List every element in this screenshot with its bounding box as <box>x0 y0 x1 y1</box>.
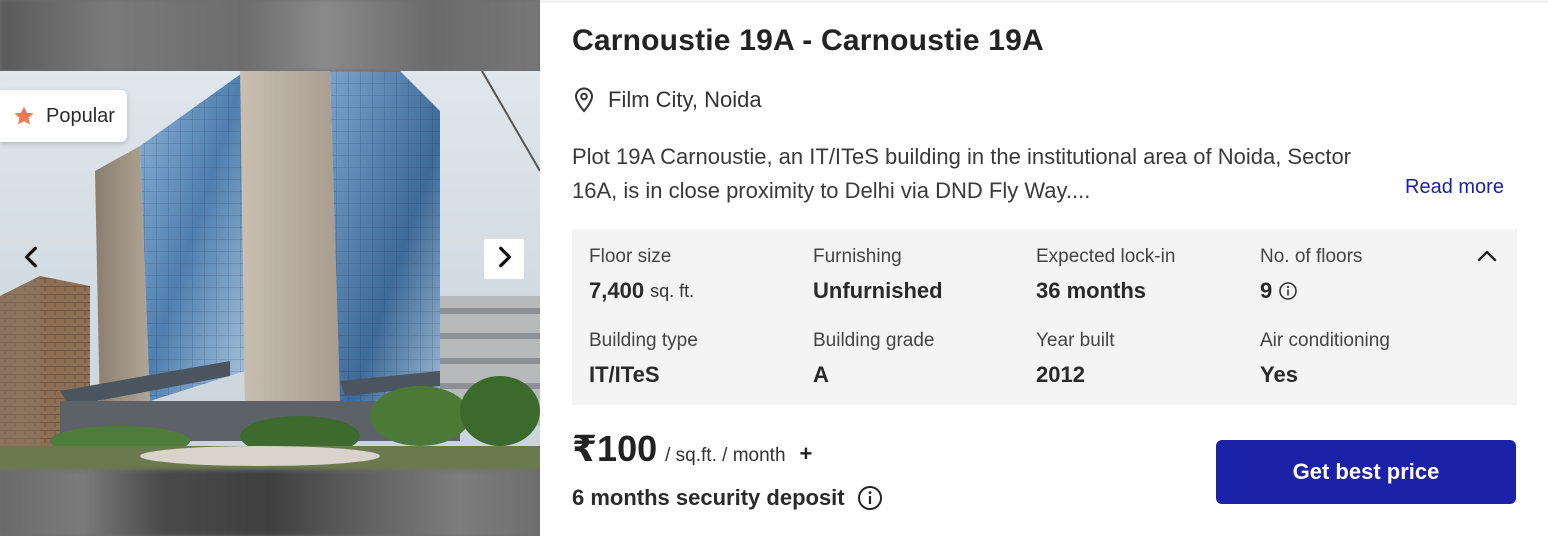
star-icon <box>12 104 36 128</box>
top-divider <box>540 0 1548 3</box>
map-pin-icon <box>572 86 596 114</box>
floor-size-unit: sq. ft. <box>650 280 695 301</box>
spec-floor-size: Floor size 7,400 sq. ft. <box>589 246 799 304</box>
listing-details: Carnoustie 19A - Carnoustie 19A Film Cit… <box>540 0 1548 536</box>
specs-panel: Floor size 7,400 sq. ft. Furnishing Unfu… <box>572 229 1517 405</box>
listing-location: Film City, Noida <box>572 86 762 114</box>
info-icon[interactable] <box>857 485 883 511</box>
chevron-up-icon <box>1475 244 1499 273</box>
spec-value: 7,400 sq. ft. <box>589 278 799 304</box>
location-text: Film City, Noida <box>608 87 762 112</box>
spec-label: Building type <box>589 330 698 351</box>
spec-value: A <box>813 362 829 387</box>
security-deposit-text: 6 months security deposit <box>572 485 845 510</box>
price-unit: / sq.ft. / month <box>665 445 786 466</box>
spec-value: 9 <box>1260 278 1470 304</box>
spec-label: Expected lock-in <box>1036 246 1176 267</box>
read-more-link[interactable]: Read more <box>1405 176 1504 199</box>
spec-value: Unfurnished <box>813 278 943 303</box>
chevron-left-icon <box>19 244 45 275</box>
price-extras-toggle[interactable]: + <box>800 441 813 467</box>
floors-value: 9 <box>1260 278 1273 303</box>
spec-floors: No. of floors 9 <box>1260 246 1470 304</box>
spec-label: Furnishing <box>813 246 902 267</box>
spec-label: Floor size <box>589 246 672 267</box>
next-image-button[interactable] <box>484 239 524 279</box>
spec-value: IT/ITeS <box>589 362 660 387</box>
spec-value: Yes <box>1260 362 1298 387</box>
popular-badge: Popular <box>0 90 127 142</box>
info-icon[interactable] <box>1278 281 1298 301</box>
chevron-right-icon <box>491 244 517 275</box>
spec-building-type: Building type IT/ITeS <box>589 330 799 388</box>
spec-label: Building grade <box>813 330 935 351</box>
price-value: ₹100 <box>572 428 658 469</box>
spec-label: Air conditioning <box>1260 330 1390 351</box>
spec-air-conditioning: Air conditioning Yes <box>1260 330 1470 388</box>
floor-size-value: 7,400 <box>589 278 645 303</box>
spec-building-grade: Building grade A <box>813 330 1023 388</box>
listing-description: Plot 19A Carnoustie, an IT/ITeS building… <box>572 144 1352 203</box>
listing-title[interactable]: Carnoustie 19A - Carnoustie 19A <box>572 24 1044 58</box>
spec-value: 2012 <box>1036 362 1085 387</box>
get-best-price-button[interactable]: Get best price <box>1216 440 1516 504</box>
listing-image-carousel[interactable]: Popular <box>0 0 540 536</box>
spec-label: Year built <box>1036 330 1115 351</box>
spec-lock-in: Expected lock-in 36 months <box>1036 246 1246 304</box>
spec-furnishing: Furnishing Unfurnished <box>813 246 1023 304</box>
popular-badge-label: Popular <box>46 104 115 127</box>
image-blur-bottom <box>0 470 540 536</box>
spec-value: 36 months <box>1036 278 1147 303</box>
collapse-specs-button[interactable] <box>1472 243 1502 273</box>
previous-image-button[interactable] <box>12 239 52 279</box>
price-row: ₹100 / sq.ft. / month + <box>572 428 812 470</box>
spec-year-built: Year built 2012 <box>1036 330 1246 388</box>
image-blur-top <box>0 0 540 71</box>
security-deposit: 6 months security deposit <box>572 485 883 511</box>
spec-label: No. of floors <box>1260 246 1363 267</box>
